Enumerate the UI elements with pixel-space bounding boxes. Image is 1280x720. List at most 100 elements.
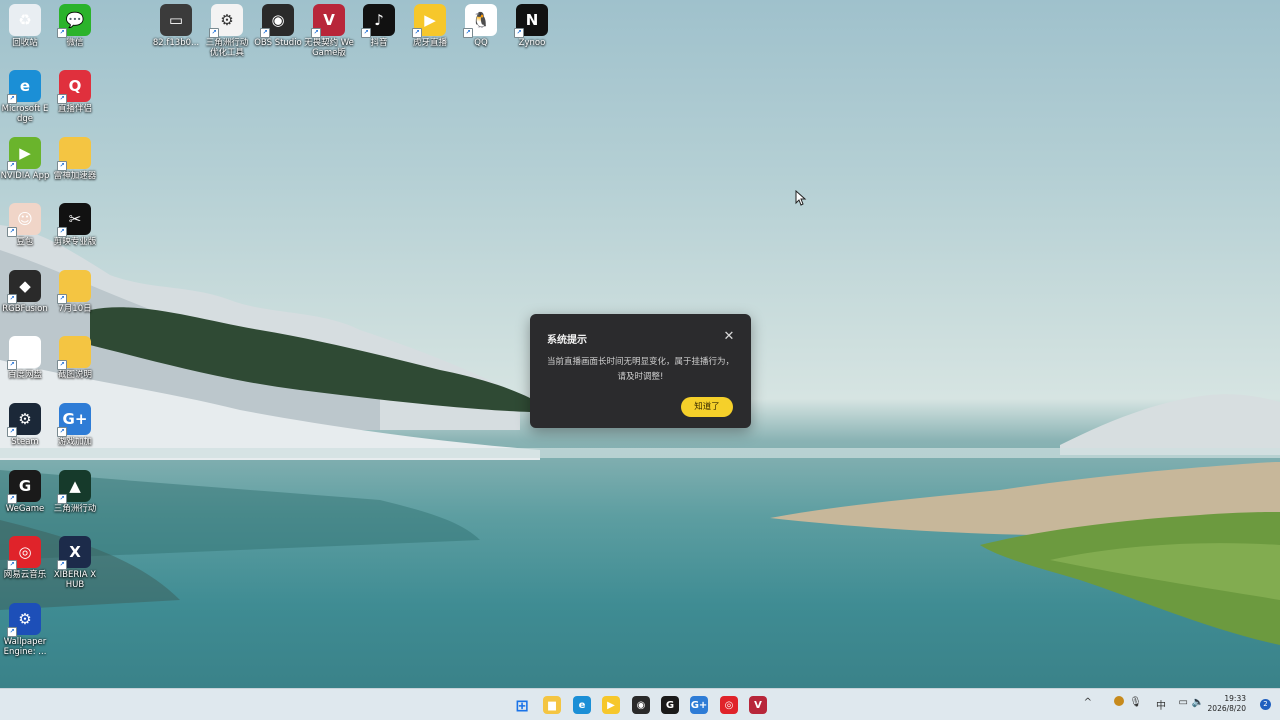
desktop-icon[interactable]: ▶ ↗ 虎牙直播 [405, 4, 455, 48]
taskbar-start-button-icon[interactable]: ⊞ [513, 696, 531, 715]
ime-indicator[interactable]: 中 [1156, 697, 1166, 712]
desktop-icon-label: XIBERIA X HUB [53, 570, 97, 590]
taskbar-edge-icon[interactable]: e [573, 696, 591, 714]
desktop-icon-label: WeGame [5, 504, 45, 514]
taskbar: ⊞ ▆ e ▶ ◉ G G+ ◎ V ^ 🎙 中 ▭ 🔈 19:33 2026/8/20 2 [0, 688, 1280, 720]
clock-time: 19:33 [1224, 694, 1246, 703]
shortcut-arrow-icon: ↗ [7, 294, 17, 304]
desktop-icon-image: ☁ ↗ [7, 336, 41, 370]
desktop-icon-image: ◉ ↗ [260, 4, 294, 38]
desktop-icon-image: G ↗ [7, 470, 41, 504]
desktop-icon[interactable]: ⚙ ↗ 三角洲行动优化工具 [202, 4, 252, 58]
desktop-icon[interactable]: 🐧 ↗ QQ [456, 4, 506, 48]
desktop-icon-label: 三角洲行动优化工具 [205, 38, 249, 58]
desktop-icon-image: ⚙ ↗ [7, 603, 41, 637]
desktop-icon-label: 豆包 [16, 237, 34, 247]
desktop-icon[interactable]: ▶ ↗ NVIDIA App [0, 137, 50, 181]
shortcut-arrow-icon: ↗ [57, 494, 67, 504]
desktop-icon-label: Microsoft Edge [1, 104, 49, 124]
desktop-icon[interactable]: ⚙ ↗ Wallpaper Engine: ... [0, 603, 50, 657]
taskbar-file-explorer-icon[interactable]: ▆ [543, 696, 561, 714]
network-icon[interactable]: ▭ [1179, 697, 1188, 708]
close-icon[interactable]: ✕ [721, 329, 737, 345]
desktop-icon[interactable]: ▲ ↗ 三角洲行动 [50, 470, 100, 514]
desktop-icon[interactable]: G+ ↗ 游戏加加 [50, 403, 100, 447]
confirm-button[interactable]: 知道了 [681, 397, 733, 417]
taskbar-game-plus-icon[interactable]: G+ [690, 696, 708, 714]
shortcut-arrow-icon: ↗ [7, 494, 17, 504]
desktop-icon[interactable]: X ↗ XIBERIA X HUB [50, 536, 100, 590]
shortcut-arrow-icon: ↗ [7, 94, 17, 104]
taskbar-obs-icon[interactable]: ◉ [632, 696, 650, 714]
microphone-icon[interactable]: 🎙 [1129, 697, 1142, 708]
desktop-icon-image: ♪ ↗ [361, 4, 395, 38]
shortcut-arrow-icon: ↗ [57, 28, 67, 38]
taskbar-valorant-icon[interactable]: V [749, 696, 767, 714]
shortcut-arrow-icon: ↗ [7, 627, 17, 637]
dialog-message: 当前直播画面长时间无明显变化，属于挂播行为，请及时调整! [546, 357, 734, 382]
shortcut-arrow-icon: ↗ [57, 560, 67, 570]
shortcut-arrow-icon: ↗ [463, 28, 473, 38]
desktop-icon[interactable]: ◎ ↗ 网易云音乐 [0, 536, 50, 580]
desktop-icon-image: ▶ ↗ [7, 137, 41, 171]
taskbar-huya-icon[interactable]: ▶ [602, 696, 620, 714]
desktop-icon-label: QQ [474, 38, 488, 48]
desktop-icon-image: ◆ ↗ [7, 270, 41, 304]
desktop-icon-image: 💬 ↗ [57, 4, 91, 38]
desktop-icon-label: 直播伴侣 [57, 104, 92, 114]
clock[interactable]: 19:33 2026/8/20 [1208, 694, 1246, 714]
desktop-icon-label: OBS Studio [254, 38, 302, 48]
desktop-icon-label: 无畏契约 WeGame版 [304, 38, 354, 58]
tray-app-icon[interactable] [1114, 696, 1124, 706]
taskbar-wegame-icon[interactable]: G [661, 696, 679, 714]
dialog-title: 系统提示 [547, 335, 587, 346]
desktop-icon[interactable]: ✂ ↗ 剪映专业版 [50, 203, 100, 247]
desktop-icon[interactable]: G ↗ WeGame [0, 470, 50, 514]
desktop-icon-label: Wallpaper Engine: ... [3, 637, 47, 657]
desktop-icon[interactable]: ◉ ↗ OBS Studio [253, 4, 303, 48]
shortcut-arrow-icon: ↗ [57, 360, 67, 370]
desktop-icon[interactable]: ♪ ↗ 抖音 [354, 4, 404, 48]
shortcut-arrow-icon: ↗ [209, 28, 219, 38]
desktop-icon-label: 游戏加加 [57, 437, 92, 447]
desktop-icon-image: ▲ ↗ [57, 470, 91, 504]
desktop-icon[interactable]: ↗ 雷神加速器 [50, 137, 100, 181]
desktop-icon[interactable]: ▭ 82.f13b0... [151, 4, 201, 48]
desktop-icon-label: 抖音 [370, 38, 388, 48]
desktop-icon-image: Q ↗ [57, 70, 91, 104]
show-hidden-icons-chevron-icon[interactable]: ^ [1084, 697, 1092, 708]
desktop-icon[interactable]: ↗ 截图说明 [50, 336, 100, 380]
desktop-icon-image: ↗ [57, 336, 91, 370]
clock-date: 2026/8/20 [1207, 704, 1246, 713]
shortcut-arrow-icon: ↗ [57, 94, 67, 104]
desktop-icon-image: ☺ ↗ [7, 203, 41, 237]
desktop-icon[interactable]: ♻ 回收站 [0, 4, 50, 48]
notification-badge[interactable]: 2 [1260, 699, 1271, 710]
shortcut-arrow-icon: ↗ [7, 161, 17, 171]
mouse-cursor-icon [795, 190, 807, 206]
desktop-icon-label: 虎牙直播 [412, 38, 447, 48]
desktop-icon-label: 7月10日 [58, 304, 92, 314]
shortcut-arrow-icon: ↗ [7, 360, 17, 370]
desktop-icon[interactable]: 💬 ↗ 微信 [50, 4, 100, 48]
desktop-icon-label: 82.f13b0... [152, 38, 200, 48]
desktop-icon[interactable]: e ↗ Microsoft Edge [0, 70, 50, 124]
desktop-icon[interactable]: ◆ ↗ RGBFusion [0, 270, 50, 314]
desktop-icon[interactable]: V ↗ 无畏契约 WeGame版 [304, 4, 354, 58]
desktop-icon-image: e ↗ [7, 70, 41, 104]
desktop-icon-image: ↗ [57, 137, 91, 171]
desktop-icon[interactable]: ↗ 7月10日 [50, 270, 100, 314]
volume-icon[interactable]: 🔈 [1192, 697, 1204, 708]
desktop-icon-label: Zynoo [518, 38, 546, 48]
shortcut-arrow-icon: ↗ [7, 427, 17, 437]
desktop-icon[interactable]: ⚙ ↗ Steam [0, 403, 50, 447]
desktop-icon[interactable]: Q ↗ 直播伴侣 [50, 70, 100, 114]
desktop-icon[interactable]: ☺ ↗ 豆包 [0, 203, 50, 247]
taskbar-netease-music-icon[interactable]: ◎ [720, 696, 738, 714]
desktop-icon-image: ▭ [160, 4, 192, 36]
desktop: ♻ 回收站 💬 ↗ 微信 e ↗ Microsoft Edge Q ↗ 直播伴侣 ▶ ↗ NVIDIA A… [0, 0, 1280, 688]
desktop-icon[interactable]: ☁ ↗ 百度网盘 [0, 336, 50, 380]
desktop-icon-label: 回收站 [12, 38, 38, 48]
shortcut-arrow-icon: ↗ [7, 227, 17, 237]
desktop-icon[interactable]: N ↗ Zynoo [507, 4, 557, 48]
